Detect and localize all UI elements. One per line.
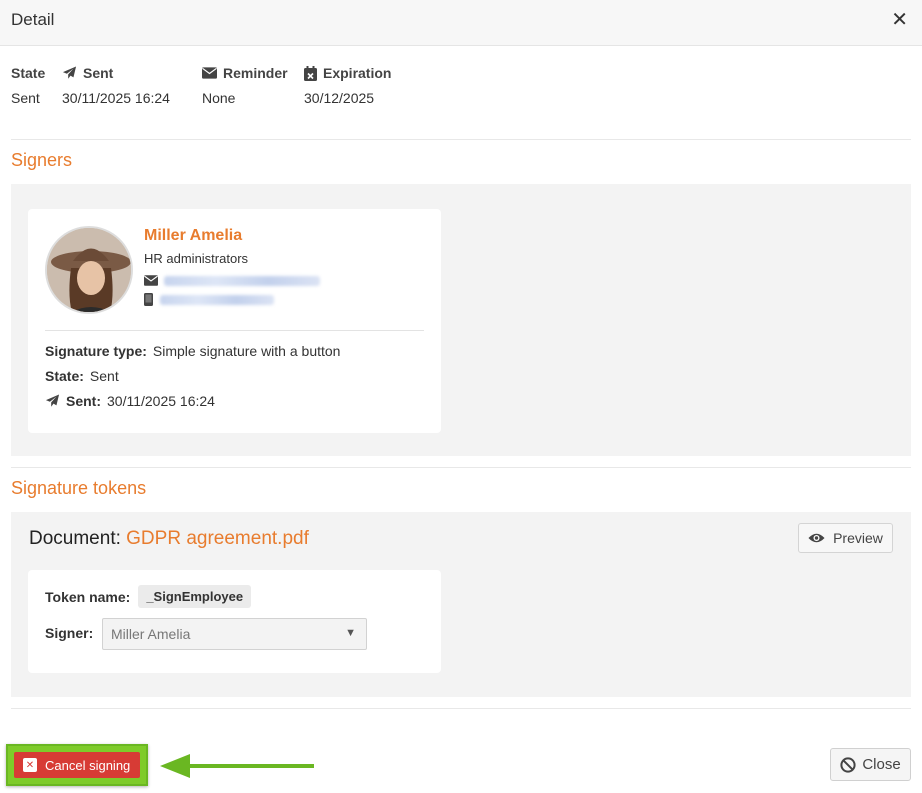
sent-value: 30/11/2025 16:24 [62,90,170,106]
signature-type-row: Signature type: Simple signature with a … [45,343,340,359]
eye-icon [808,533,825,543]
calendar-x-icon [304,65,317,81]
signature-type-value: Simple signature with a button [152,343,341,359]
signer-sent-value: 30/11/2025 16:24 [107,393,215,409]
envelope-icon [144,275,158,286]
ban-icon [840,756,856,773]
signer-state-row: State: Sent [45,368,119,384]
reminder-value: None [202,90,236,106]
signer-sent-label: Sent: [66,393,101,409]
signers-heading: Signers [11,150,73,170]
summary-expiration: Expiration 30/12/2025 [304,64,391,106]
cancel-signing-label: Cancel signing [45,757,131,773]
dialog-close-icon[interactable]: ✕ [891,10,908,30]
preview-label: Preview [833,530,883,546]
state-label: State [11,65,46,81]
avatar-photo-icon [47,228,131,312]
token-card: Token name: _SignEmployee Signer: Miller… [28,570,441,673]
document-title: Document: GDPR agreement.pdf [29,528,309,550]
expiration-value: 30/12/2025 [304,90,375,106]
token-name-label: Token name: [45,588,131,605]
reminder-label: Reminder [223,65,288,81]
signature-type-label: Signature type: [45,343,147,359]
signers-panel: Miller Amelia HR administrators Signatur… [11,184,911,456]
token-name-badge: _SignEmployee [138,585,252,608]
signer-state-label: State: [45,368,84,384]
cancel-signing-button[interactable]: ✕ Cancel signing [14,752,140,778]
close-button[interactable]: Close [830,748,911,781]
signer-select[interactable]: Miller Amelia ▼ [102,618,367,650]
signer-state-value: Sent [89,368,119,384]
dialog-title: Detail [11,10,55,29]
avatar [45,226,133,314]
summary-sent: Sent 30/11/2025 16:24 [62,64,170,106]
envelope-icon [202,67,217,79]
token-name-row: Token name: _SignEmployee [45,585,252,608]
sent-label: Sent [83,65,114,81]
card-divider [45,330,424,331]
signer-select-label: Signer: [45,625,94,641]
state-value: Sent [11,90,40,106]
dialog-header: Detail ✕ [0,0,922,46]
cancel-signing-highlight: ✕ Cancel signing [6,744,148,786]
summary-state: State Sent [11,64,45,106]
signer-phone-redacted [160,295,274,305]
signer-select-value: Miller Amelia [111,626,191,642]
paper-plane-icon [62,66,77,79]
divider [11,467,911,468]
signer-card: Miller Amelia HR administrators Signatur… [28,209,441,433]
signer-sent-row: Sent: 30/11/2025 16:24 [45,393,215,409]
tokens-panel: Document: GDPR agreement.pdf Preview Tok… [11,512,911,697]
signer-email-redacted [164,276,320,286]
close-label: Close [862,756,901,773]
arrow-pointer-icon [160,754,314,778]
document-label: Document: [29,528,121,549]
divider [11,708,911,709]
signer-role: HR administrators [144,251,249,266]
preview-button[interactable]: Preview [798,523,893,553]
close-square-icon: ✕ [23,758,37,772]
signer-name: Miller Amelia [144,227,243,244]
tokens-heading: Signature tokens [11,478,147,498]
chevron-down-icon: ▼ [345,627,356,639]
document-name: GDPR agreement.pdf [126,528,309,549]
paper-plane-icon [45,394,60,407]
mobile-phone-icon [144,293,153,306]
divider [11,139,911,140]
summary-reminder: Reminder None [202,64,288,106]
expiration-label: Expiration [323,65,392,81]
